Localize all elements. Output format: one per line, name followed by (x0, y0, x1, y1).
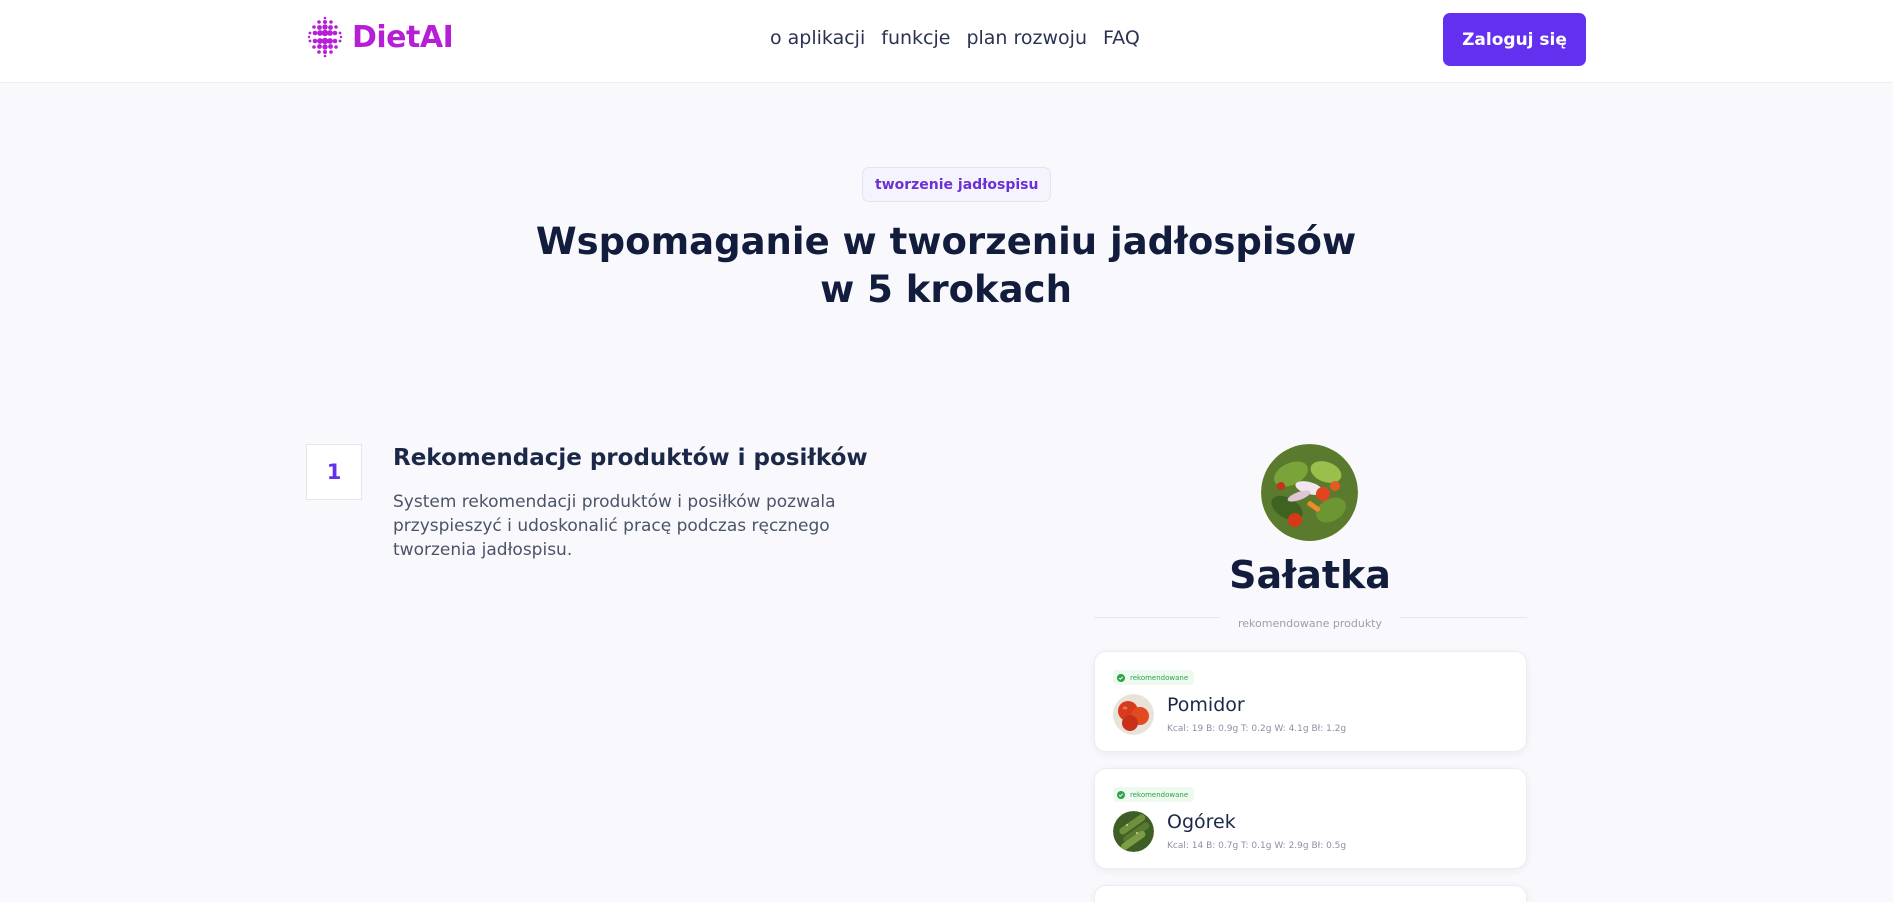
step-description: System rekomendacji produktów i posiłków… (393, 492, 836, 560)
step-title: Rekomendacje produktów i posiłków (393, 445, 868, 471)
logo[interactable]: DietAI (306, 14, 454, 60)
recommended-products-label: rekomendowane produkty (1237, 617, 1383, 630)
nav-link-faq[interactable]: FAQ (1103, 27, 1140, 49)
logo-dots-icon (307, 16, 343, 58)
nav-link-features[interactable]: funkcje (881, 27, 950, 49)
product-macros: Kcal: 14 B: 0.7g T: 0.1g W: 2.9g Bł: 0.5… (1167, 841, 1347, 851)
nav-link-roadmap[interactable]: plan rozwoju (966, 27, 1087, 49)
section-title-line1: Wspomaganie w tworzeniu jadłospisów (535, 220, 1357, 263)
check-circle-icon (1117, 790, 1125, 799)
product-name: Pomidor (1167, 694, 1245, 716)
section-title-line2: w 5 krokach (820, 268, 1072, 311)
recommended-badge: rekomendowane (1113, 670, 1195, 685)
section-badge: tworzenie jadłospisu (862, 167, 1052, 202)
section-title: Wspomaganie w tworzeniu jadłospisów w 5 … (446, 218, 1446, 314)
nav-link-about[interactable]: o aplikacji (770, 27, 865, 49)
site-header: DietAI o aplikacji funkcje plan rozwoju … (0, 0, 1893, 83)
product-name: Ogórek (1167, 811, 1236, 833)
tomato-icon (1113, 694, 1154, 735)
login-button[interactable]: Zaloguj się (1443, 13, 1586, 66)
product-macros: Kcal: 19 B: 0.9g T: 0.2g W: 4.1g Bł: 1.2… (1167, 724, 1347, 734)
product-card-tomato[interactable]: rekomendowane Pomidor Kcal: 19 B: 0.9g T… (1094, 651, 1527, 752)
recommended-badge: rekomendowane (1113, 787, 1195, 802)
recommended-badge-label: rekomendowane (1130, 790, 1189, 799)
logo-text: DietAI (352, 19, 454, 55)
dish-name: Sałatka (1229, 553, 1391, 597)
product-card-partial[interactable] (1094, 885, 1527, 902)
check-circle-icon (1117, 673, 1125, 682)
main-nav: o aplikacji funkcje plan rozwoju FAQ (770, 27, 1140, 49)
product-card-cucumber[interactable]: rekomendowane Ogórek Kcal: 14 B: 0.7g T:… (1094, 768, 1527, 869)
cucumber-icon (1113, 811, 1154, 852)
salad-image (1261, 444, 1358, 541)
step-number: 1 (306, 444, 362, 500)
recommended-badge-label: rekomendowane (1130, 673, 1189, 682)
